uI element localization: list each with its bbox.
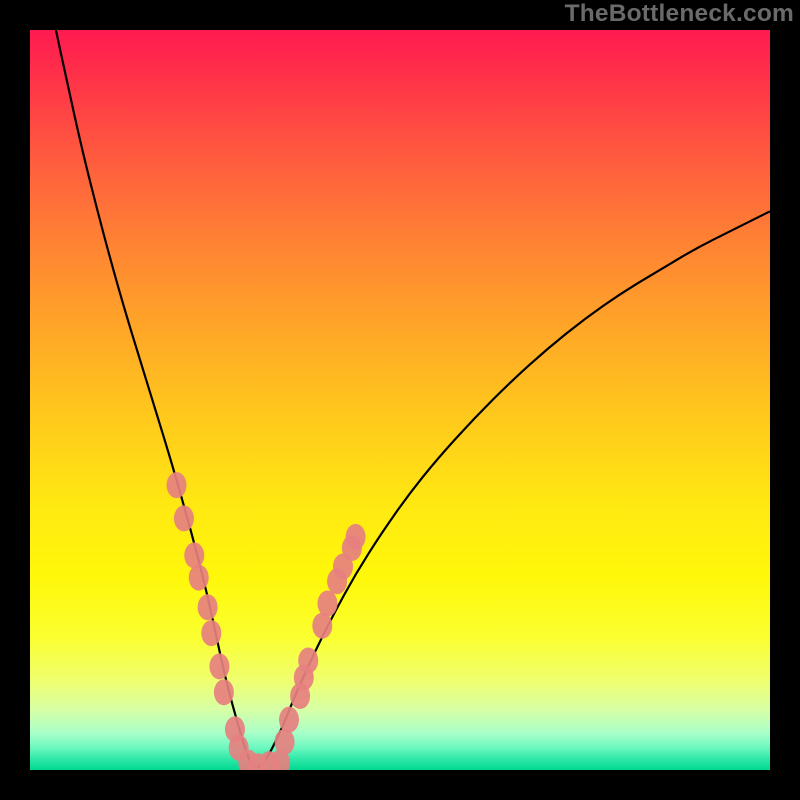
data-marker — [198, 594, 218, 620]
data-marker — [298, 647, 318, 673]
data-marker — [209, 653, 229, 679]
data-marker — [312, 613, 332, 639]
chart-svg — [30, 30, 770, 770]
data-marker — [184, 542, 204, 568]
data-marker — [214, 679, 234, 705]
plot-area — [30, 30, 770, 770]
data-marker — [174, 505, 194, 531]
data-marker — [167, 472, 187, 498]
data-marker — [275, 729, 295, 755]
bottleneck-curve — [56, 30, 770, 767]
chart-frame: TheBottleneck.com — [0, 0, 800, 800]
data-marker — [317, 591, 337, 617]
data-marker — [189, 565, 209, 591]
data-marker — [279, 707, 299, 733]
marker-group — [167, 472, 366, 770]
data-marker — [201, 620, 221, 646]
watermark-text: TheBottleneck.com — [565, 0, 794, 28]
data-marker — [346, 524, 366, 550]
